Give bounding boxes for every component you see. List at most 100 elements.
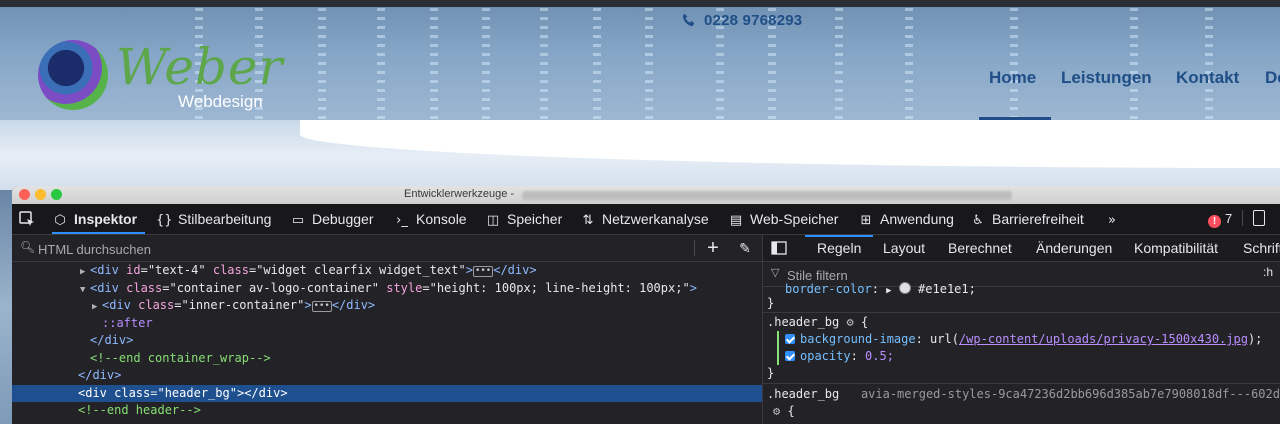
html-search-input[interactable] xyxy=(36,238,680,260)
tab-debugger[interactable]: ▭ Debugger xyxy=(290,204,374,234)
tab-layout[interactable]: Layout xyxy=(883,235,925,261)
error-count-button[interactable]: ! 7 xyxy=(1208,204,1266,234)
tab-barrierefreiheit[interactable]: ♿ Barrierefreiheit xyxy=(970,204,1084,234)
tab-label: Web-Speicher xyxy=(750,211,839,227)
close-window-button[interactable] xyxy=(19,189,30,200)
dom-node-selected[interactable]: <div class="header_bg"></div> xyxy=(12,384,762,402)
comment-text: <!--end header--> xyxy=(78,403,201,417)
binary-background xyxy=(905,8,913,120)
phone-icon xyxy=(682,13,695,27)
binary-background xyxy=(430,8,438,120)
attr-name: class xyxy=(114,385,151,400)
tab-label: Debugger xyxy=(312,211,374,227)
collapsed-content-icon[interactable]: ••• xyxy=(472,266,494,277)
rule-open-line: ⚙ { xyxy=(763,403,1280,420)
tab-label: Inspektor xyxy=(74,211,138,227)
binary-background xyxy=(1205,8,1213,120)
css-value: url( xyxy=(930,332,959,346)
gear-icon[interactable]: ⚙ xyxy=(773,404,780,418)
dom-node[interactable]: </div> xyxy=(12,367,762,385)
tab-konsole[interactable]: ›_ Konsole xyxy=(394,204,467,234)
devtools-toolbar: ⬡ Inspektor {} Stilbearbeitung ▭ Debugger ›… xyxy=(12,204,1280,235)
more-tools-button[interactable]: » xyxy=(1104,204,1126,234)
eyedropper-icon[interactable]: ✎ xyxy=(734,235,756,261)
nav-kontakt[interactable]: Kontakt xyxy=(1176,68,1239,88)
brace-text: } xyxy=(767,366,775,380)
website-header: 0228 9768293 Weber Webdesign Home Leistu… xyxy=(0,0,1280,120)
stylesheet-source-link[interactable]: avia-merged-styles-9ca47236d2bb696d385ab… xyxy=(861,387,1280,401)
sidebar-icon xyxy=(771,241,787,255)
tab-web-speicher[interactable]: ▤ Web-Speicher xyxy=(728,204,839,234)
tab-berechnet[interactable]: Berechnet xyxy=(948,235,1012,261)
tab-netzwerkanalyse[interactable]: ⇅ Netzwerkanalyse xyxy=(580,204,709,234)
tag-text: > xyxy=(304,298,312,312)
minimize-window-button[interactable] xyxy=(35,189,46,200)
console-icon: ›_ xyxy=(396,213,408,228)
dom-node[interactable]: ▶ <div class="inner-container"> ••• </div> xyxy=(12,297,762,315)
application-icon: ⊞ xyxy=(860,213,872,228)
tab-schriftarten[interactable]: Schrifta xyxy=(1243,235,1280,261)
tab-speicher[interactable]: ◫ Speicher xyxy=(485,204,562,234)
toggle-sidebar-icon[interactable] xyxy=(771,235,787,261)
site-logo[interactable]: Weber Webdesign xyxy=(38,38,282,118)
tab-kompatibilitaet[interactable]: Kompatibilität xyxy=(1134,235,1218,261)
responsive-icon[interactable] xyxy=(1253,210,1266,226)
devtools-window: Entwicklerwerkzeuge - ⬡ Inspektor {} Stilb… xyxy=(12,186,1280,424)
rule-selector-line[interactable]: .header_bg avia-merged-styles-9ca47236d2… xyxy=(763,386,1280,403)
devtools-titlebar[interactable]: Entwicklerwerkzeuge - xyxy=(12,186,1280,204)
css-url-link[interactable]: /wp-content/uploads/privacy-1500x430.jpg xyxy=(959,332,1248,346)
rule-close-brace: } xyxy=(763,295,1280,312)
collapsed-content-icon[interactable]: ••• xyxy=(311,301,332,312)
declaration-checkbox[interactable] xyxy=(785,351,795,361)
inspector-icon: ⬡ xyxy=(54,213,66,228)
tab-aenderungen[interactable]: Änderungen xyxy=(1036,235,1112,261)
tab-regeln[interactable]: Regeln xyxy=(805,235,874,261)
declaration-checkbox[interactable] xyxy=(785,334,795,344)
tab-stilbearbeitung[interactable]: {} Stilbearbeitung xyxy=(156,204,271,234)
redacted-url xyxy=(522,191,1012,200)
html-search-bar: 🔍︎ + ✎ xyxy=(12,235,762,262)
tab-label: Konsole xyxy=(416,211,467,227)
error-icon: ! xyxy=(1208,215,1221,228)
attr-name: class xyxy=(138,298,175,312)
nav-home[interactable]: Home xyxy=(989,68,1036,88)
pseudo-class-toggle[interactable]: :h xyxy=(1263,265,1273,279)
rule-selector-line[interactable]: .header_bg ⚙ { xyxy=(763,314,1280,331)
color-swatch-icon[interactable] xyxy=(898,282,911,294)
tag-text: <div xyxy=(78,385,115,400)
css-value: 0.5; xyxy=(865,349,894,363)
dom-node[interactable]: ▶ <div id="text-4" class="widget clearfix… xyxy=(12,262,762,280)
dom-comment[interactable]: <!--end container_wrap--> xyxy=(12,350,762,368)
binary-background xyxy=(1010,8,1018,120)
attr-value: "widget clearfix widget_text" xyxy=(256,263,466,277)
zoom-window-button[interactable] xyxy=(51,189,62,200)
css-property: background-image xyxy=(800,332,916,346)
gear-icon[interactable]: ⚙ xyxy=(846,315,853,329)
element-picker-button[interactable] xyxy=(18,204,42,234)
nav-more[interactable]: De xyxy=(1265,68,1280,88)
css-property: border-color xyxy=(785,282,872,296)
tag-text: <div xyxy=(90,280,127,295)
tag-text: <div xyxy=(90,263,127,277)
network-icon: ⇅ xyxy=(582,213,594,228)
css-rules: border-color: ▶ #e1e1e1; } .header_bg ⚙ … xyxy=(763,282,1280,424)
dom-node[interactable]: ▼ <div class="container av-logo-container… xyxy=(12,280,762,298)
dom-node[interactable]: </div> xyxy=(12,332,762,350)
dom-pseudo-node[interactable]: ::after xyxy=(12,315,762,333)
rule-separator xyxy=(763,383,1280,384)
tab-label: Barrierefreiheit xyxy=(992,211,1084,227)
css-declaration[interactable]: background-image: url(/wp-content/upload… xyxy=(763,331,1280,348)
nav-leistungen[interactable]: Leistungen xyxy=(1061,68,1152,88)
attr-value: "text-4" xyxy=(147,263,206,277)
binary-background xyxy=(318,8,326,120)
tab-anwendung[interactable]: ⊞ Anwendung xyxy=(858,204,954,234)
add-node-button[interactable]: + xyxy=(702,235,724,261)
phone-link[interactable]: 0228 9768293 xyxy=(682,12,802,29)
divider xyxy=(694,240,695,256)
dom-comment[interactable]: <!--end header--> xyxy=(12,402,762,420)
css-declaration[interactable]: opacity: 0.5; xyxy=(763,348,1280,365)
attr-value: "container av-logo-container" xyxy=(169,280,379,295)
attr-value: "header_bg" xyxy=(157,385,237,400)
tab-inspektor[interactable]: ⬡ Inspektor xyxy=(52,204,146,234)
attr-name: class xyxy=(126,280,163,295)
